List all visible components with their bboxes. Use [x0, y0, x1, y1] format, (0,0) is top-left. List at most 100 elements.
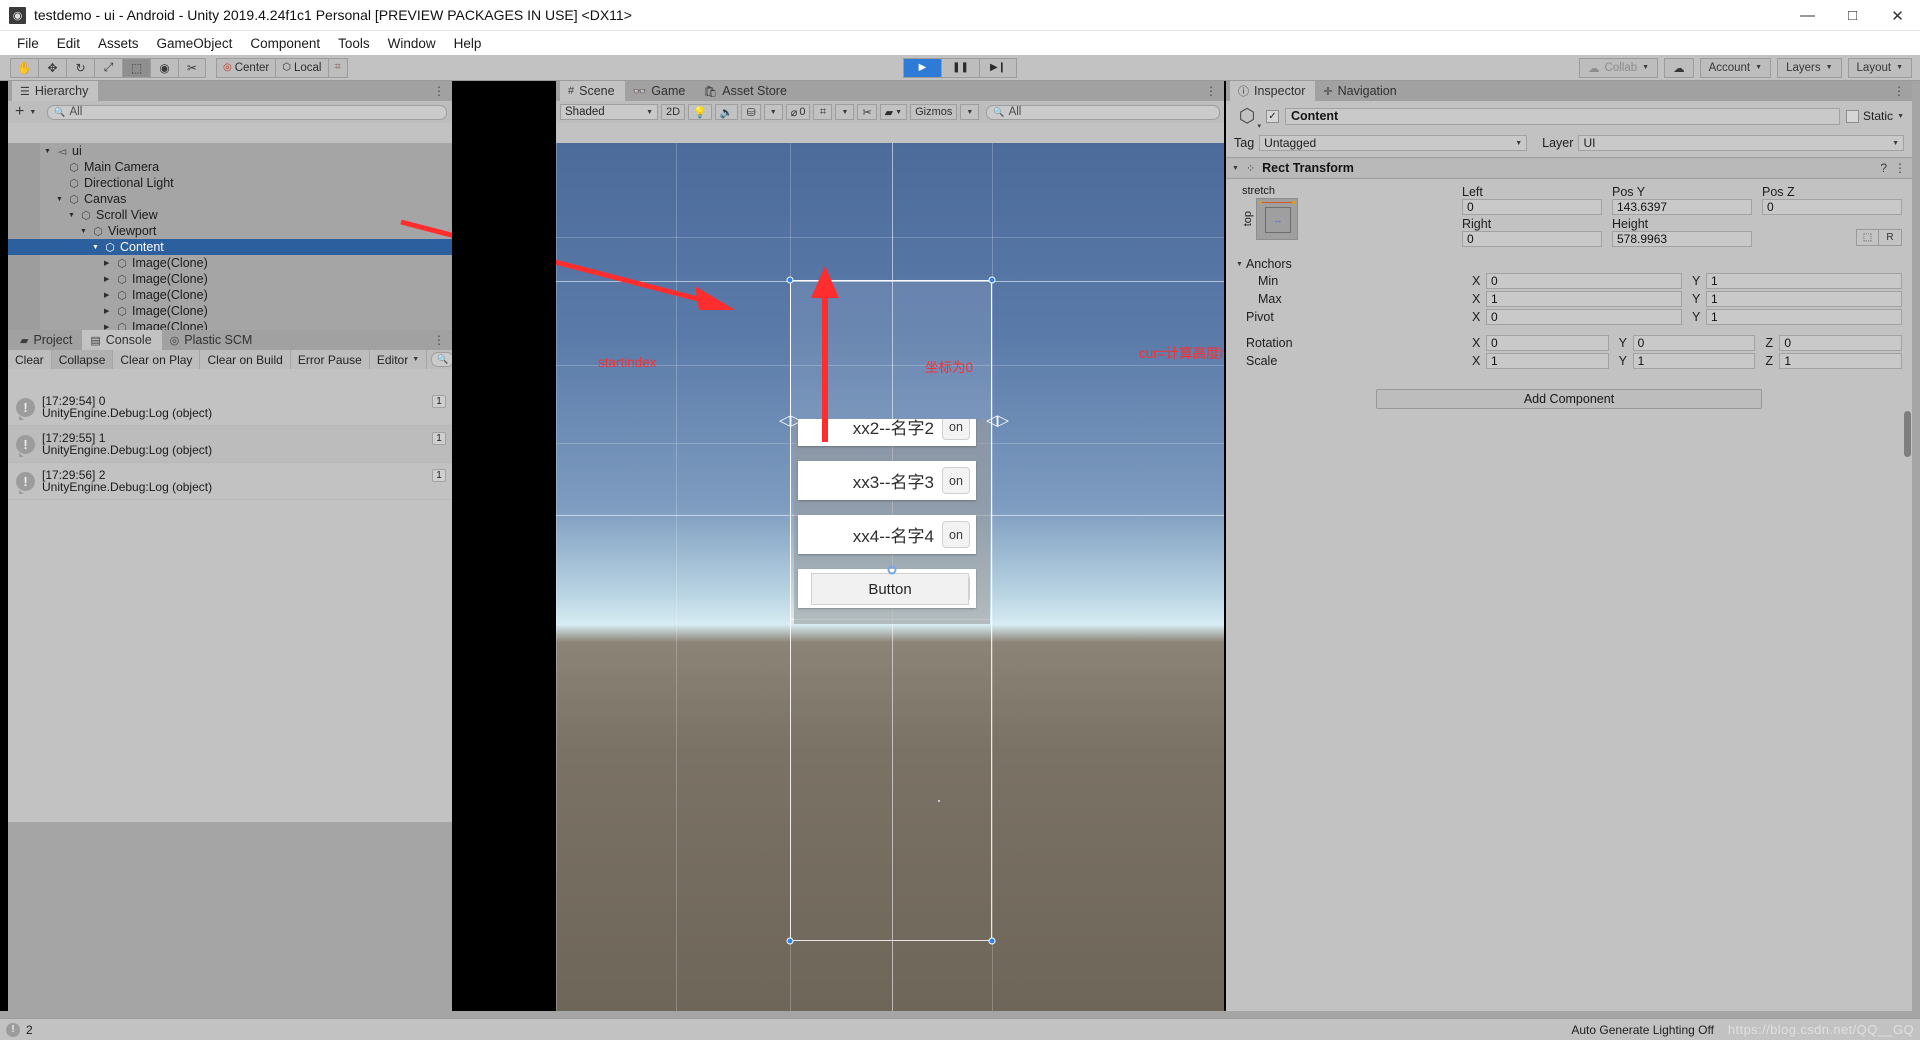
- toggle-2d-button[interactable]: 2D: [661, 104, 686, 120]
- layer-dropdown[interactable]: UI ▼: [1578, 135, 1904, 151]
- anchor-min-y-input[interactable]: 1: [1706, 273, 1902, 289]
- pos-z-input[interactable]: 0: [1762, 199, 1902, 215]
- hierarchy-row[interactable]: ⬡ Main Camera: [8, 159, 452, 175]
- clear-on-build-button[interactable]: Clear on Build: [200, 350, 291, 369]
- expand-arrow-closed-icon[interactable]: ▶: [104, 291, 115, 299]
- pivot-x-input[interactable]: 0: [1486, 309, 1682, 325]
- console-log-row[interactable]: ! [17:29:54] 0 UnityEngine.Debug:Log (obje…: [8, 389, 452, 426]
- scroll-list-item[interactable]: xx3--名字3 on: [798, 461, 976, 500]
- chevron-down-icon[interactable]: ▼: [29, 109, 36, 116]
- list-item-toggle-button[interactable]: on: [942, 419, 970, 440]
- right-input[interactable]: 0: [1462, 231, 1602, 247]
- blueprint-icon[interactable]: ⬚: [1856, 229, 1879, 246]
- tab-scene[interactable]: # Scene: [560, 81, 625, 101]
- tag-dropdown[interactable]: Untagged ▼: [1259, 135, 1528, 151]
- grid-visibility-icon[interactable]: ⌗: [813, 104, 833, 120]
- effects-icon[interactable]: ⛁: [741, 104, 761, 120]
- menu-help[interactable]: Help: [445, 34, 491, 53]
- close-button[interactable]: ✕: [1875, 0, 1920, 31]
- console-options-icon[interactable]: ⋮: [433, 333, 446, 347]
- hierarchy-search-input[interactable]: 🔍 All: [47, 104, 447, 120]
- anchor-preset-button[interactable]: ↔: [1256, 198, 1298, 240]
- scene-options-icon[interactable]: ⋮: [1205, 84, 1218, 98]
- grid-dropdown[interactable]: ▼: [835, 104, 855, 120]
- resize-handle-bottom-right[interactable]: [988, 937, 996, 945]
- height-input[interactable]: 578.9963: [1612, 231, 1752, 247]
- console-search-input[interactable]: 🔍: [431, 352, 455, 367]
- add-component-button[interactable]: Add Component: [1376, 389, 1762, 409]
- component-options-icon[interactable]: ⋮: [1894, 161, 1906, 175]
- scene-button[interactable]: Button: [811, 573, 969, 605]
- static-toggle[interactable]: Static ▼: [1846, 109, 1904, 123]
- hierarchy-options-icon[interactable]: ⋮: [433, 84, 446, 98]
- expand-arrow-open-icon[interactable]: ▼: [68, 212, 79, 219]
- menu-assets[interactable]: Assets: [89, 34, 148, 53]
- raw-edit-button[interactable]: R: [1879, 229, 1902, 246]
- collapse-triangle-icon[interactable]: ▼: [1232, 165, 1239, 172]
- expand-arrow-open-icon[interactable]: ▼: [56, 196, 67, 203]
- pos-y-input[interactable]: 143.6397: [1612, 199, 1752, 215]
- menu-file[interactable]: File: [8, 34, 48, 53]
- inspector-scrollbar[interactable]: [1904, 411, 1911, 457]
- anchor-max-x-input[interactable]: 1: [1486, 291, 1682, 307]
- object-name-input[interactable]: Content: [1285, 107, 1841, 125]
- anchor-max-y-input[interactable]: 1: [1706, 291, 1902, 307]
- hierarchy-row[interactable]: ▼ ⬡ Viewport: [8, 223, 452, 239]
- chevron-down-icon[interactable]: ▼: [1897, 113, 1904, 120]
- rotation-y-input[interactable]: 0: [1632, 335, 1756, 351]
- menu-window[interactable]: Window: [379, 34, 445, 53]
- create-object-button[interactable]: +: [13, 104, 26, 120]
- tab-console[interactable]: ▤ Console: [82, 330, 162, 350]
- menu-gameobject[interactable]: GameObject: [148, 34, 242, 53]
- inspector-options-icon[interactable]: ⋮: [1893, 84, 1906, 98]
- minimize-button[interactable]: —: [1785, 0, 1830, 31]
- scroll-list-item[interactable]: xx4--名字4 on: [798, 515, 976, 554]
- gameobject-icon[interactable]: ⬡: [1234, 104, 1261, 131]
- expand-arrow-closed-icon[interactable]: ▶: [104, 307, 115, 315]
- audio-mute-icon[interactable]: 🔊: [714, 104, 739, 120]
- expand-arrow-open-icon[interactable]: ▼: [44, 148, 55, 155]
- pause-button[interactable]: ❚❚: [941, 57, 979, 78]
- hierarchy-row[interactable]: ▼ ⬡ Canvas: [8, 191, 452, 207]
- hierarchy-row[interactable]: ▶ ⬡ Image(Clone): [8, 271, 452, 287]
- step-button[interactable]: ▶❙: [979, 57, 1017, 78]
- console-log-row[interactable]: ! [17:29:55] 1 UnityEngine.Debug:Log (obje…: [8, 426, 452, 463]
- error-pause-button[interactable]: Error Pause: [291, 350, 370, 369]
- gizmos-button[interactable]: Gizmos: [910, 104, 958, 120]
- gizmos-dropdown[interactable]: ▼: [960, 104, 980, 120]
- tab-game[interactable]: 👓 Game: [624, 81, 696, 101]
- lightbulb-icon[interactable]: 💡: [688, 104, 712, 120]
- expand-arrow-open-icon[interactable]: ▼: [80, 228, 91, 235]
- list-item-toggle-button[interactable]: on: [942, 467, 970, 494]
- resize-handle-top-left[interactable]: [786, 276, 794, 284]
- left-input[interactable]: 0: [1462, 199, 1602, 215]
- scene-camera-icon[interactable]: ▰ ▼: [879, 104, 908, 120]
- effects-dropdown[interactable]: ▼: [763, 104, 783, 120]
- tab-asset-store[interactable]: 🛍 Asset Store: [695, 81, 797, 101]
- menu-edit[interactable]: Edit: [48, 34, 89, 53]
- help-icon[interactable]: ?: [1880, 161, 1887, 175]
- scale-x-input[interactable]: 1: [1486, 353, 1609, 369]
- hierarchy-row[interactable]: ▶ ⬡ Image(Clone): [8, 287, 452, 303]
- hierarchy-row[interactable]: ▼ ◅ ui: [8, 143, 452, 159]
- expand-arrow-open-icon[interactable]: ▼: [92, 244, 103, 251]
- scale-z-input[interactable]: 1: [1779, 353, 1902, 369]
- anchors-collapse-icon[interactable]: ▼: [1236, 261, 1243, 268]
- console-log-list[interactable]: ! [17:29:54] 0 UnityEngine.Debug:Log (obje…: [8, 389, 452, 822]
- scroll-list-item[interactable]: xx2--名字2 on: [798, 419, 976, 446]
- collapse-button[interactable]: Collapse: [51, 350, 114, 369]
- editor-dropdown[interactable]: Editor ▼: [370, 350, 428, 369]
- rotation-x-input[interactable]: 0: [1486, 335, 1609, 351]
- draw-mode-dropdown[interactable]: Shaded ▼: [560, 104, 658, 120]
- static-checkbox[interactable]: [1846, 109, 1860, 123]
- menu-tools[interactable]: Tools: [329, 34, 379, 53]
- list-item-toggle-button[interactable]: on: [942, 521, 970, 548]
- scale-y-input[interactable]: 1: [1632, 353, 1756, 369]
- maximize-button[interactable]: □: [1830, 0, 1875, 31]
- tab-plastic-scm[interactable]: ◎ Plastic SCM: [161, 330, 263, 350]
- hierarchy-row[interactable]: ⬡ Directional Light: [8, 175, 452, 191]
- rect-transform-header[interactable]: ▼ ⁘ Rect Transform ? ⋮: [1226, 157, 1912, 179]
- clear-on-play-button[interactable]: Clear on Play: [113, 350, 201, 369]
- tab-navigation[interactable]: ✛ Navigation: [1315, 81, 1407, 101]
- clear-button[interactable]: Clear: [8, 350, 52, 369]
